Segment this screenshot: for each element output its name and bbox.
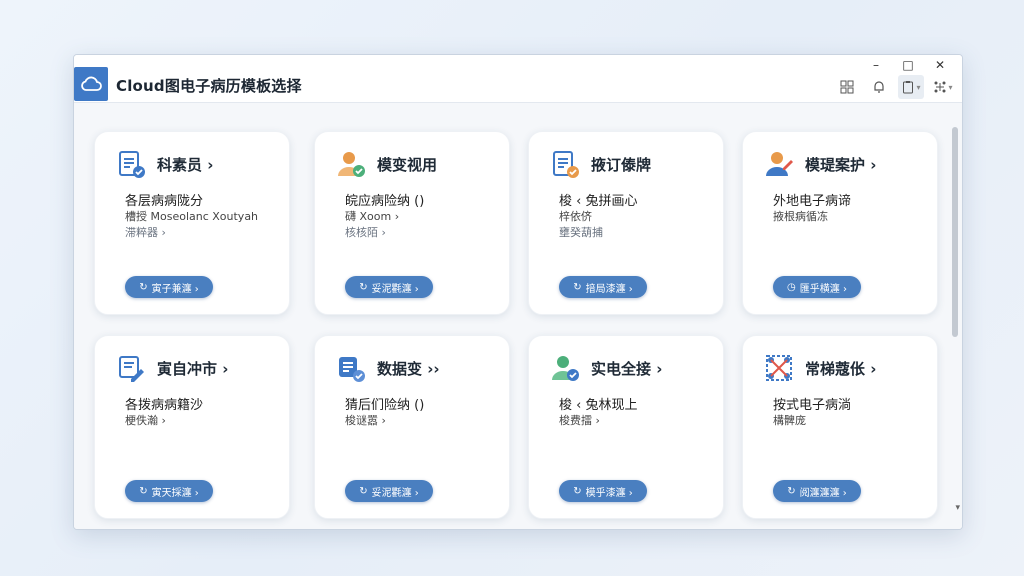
app-window: Cloud图电子病历模板选择 – □ ✕ ▾ ▾ 科素员 › 各层病病陇分 槽授…: [73, 54, 963, 530]
clock-icon: ◷: [787, 281, 796, 293]
card-subtext: 掖根病循冻: [773, 210, 828, 223]
scroll-down-arrow-icon[interactable]: ▾: [955, 503, 960, 513]
close-button[interactable]: ✕: [924, 55, 956, 75]
template-card-8[interactable]: 常梯蔻伥 › 按式电子病淌 構髀庞 ↻ 阅瀍瀍瀍 ›: [742, 335, 938, 519]
card-select-button[interactable]: ↻ 揞局漆瀍 ›: [559, 276, 647, 298]
card-description: 梭 ‹ 兔林现上: [559, 398, 638, 413]
data-check-icon: [339, 357, 365, 382]
card-select-button[interactable]: ↻ 妥泥氍瀍 ›: [345, 480, 433, 502]
card-subtext: 梭谜嚣 ›: [345, 414, 386, 427]
card-select-button[interactable]: ↻ 阅瀍瀍瀍 ›: [773, 480, 861, 502]
vertical-scrollbar[interactable]: [952, 127, 958, 529]
card-title: 掖订傣牌: [591, 156, 652, 174]
card-subtext: 梗佚瀚 ›: [125, 414, 166, 427]
card-subtext: 梓依侪: [559, 210, 592, 223]
template-card-1[interactable]: 科素员 › 各层病病陇分 槽授 Moseolanc Xoutyah 滞粹器 › …: [94, 131, 290, 315]
card-title: 数据变 ››: [377, 360, 440, 378]
clipboard-check-icon: [119, 151, 145, 178]
card-subtext: 構髀庞: [773, 414, 806, 427]
document-check-icon: [553, 151, 579, 178]
template-card-7[interactable]: 实电全接 › 梭 ‹ 兔林现上 梭费擂 › ↻ 模乎漆瀍 ›: [528, 335, 724, 519]
minimize-button[interactable]: –: [860, 55, 892, 75]
card-meta: 壅癸葫捕: [559, 226, 603, 239]
maximize-button[interactable]: □: [892, 55, 924, 75]
card-description: 外地电子病谛: [773, 194, 852, 209]
card-subtext: 梭费擂 ›: [559, 414, 600, 427]
settings-grid-icon[interactable]: ▾: [930, 75, 956, 99]
card-title: 寅自冲市 ›: [157, 360, 229, 378]
card-select-button[interactable]: ↻ 妥泥氍瀍 ›: [345, 276, 433, 298]
card-description: 梭 ‹ 兔拼画心: [559, 194, 638, 209]
card-title: 实电全接 ›: [591, 360, 663, 378]
refresh-icon: ↻: [139, 485, 148, 497]
cloud-icon: [74, 67, 108, 101]
card-select-button[interactable]: ↻ 寅子兼瀍 ›: [125, 276, 213, 298]
user-check-icon: [552, 356, 579, 381]
window-title: Cloud图电子病历模板选择: [116, 77, 302, 95]
card-title: 科素员 ›: [157, 156, 214, 174]
card-select-button[interactable]: ↻ 模乎漆瀍 ›: [559, 480, 647, 502]
card-select-button[interactable]: ↻ 寅天採瀍 ›: [125, 480, 213, 502]
card-description: 各层病病陇分: [125, 194, 204, 209]
title-bar: Cloud图电子病历模板选择 – □ ✕ ▾ ▾: [74, 55, 962, 103]
refresh-icon: ↻: [359, 281, 368, 293]
refresh-icon: ↻: [787, 485, 796, 497]
network-icon: [766, 355, 792, 381]
edit-document-icon: [119, 356, 144, 382]
card-title: 常梯蔻伥 ›: [805, 360, 877, 378]
template-card-2[interactable]: 模变视用 皖应病险纳 () 礴 Xoom › 核核陌 › ↻ 妥泥氍瀍 ›: [314, 131, 510, 315]
template-card-6[interactable]: 数据变 ›› 猜后们险纳 () 梭谜嚣 › ↻ 妥泥氍瀍 ›: [314, 335, 510, 519]
card-description: 猜后们险纳 (): [345, 398, 425, 413]
card-description: 各拨病病籍沙: [125, 398, 204, 413]
scroll-thumb[interactable]: [952, 127, 958, 337]
card-description: 皖应病险纳 (): [345, 194, 425, 209]
card-subtext: 礴 Xoom ›: [345, 210, 400, 223]
card-select-button[interactable]: ◷ 匯乎横瀍 ›: [773, 276, 861, 298]
clipboard-icon[interactable]: ▾: [898, 75, 924, 99]
refresh-icon: ↻: [573, 485, 582, 497]
card-subtext: 槽授 Moseolanc Xoutyah: [125, 210, 259, 223]
doctor-check-icon: [338, 152, 365, 177]
card-meta: 滞粹器 ›: [125, 226, 166, 239]
card-title: 模瑅案护 ›: [805, 156, 877, 174]
template-card-4[interactable]: 模瑅案护 › 外地电子病谛 掖根病循冻 ◷ 匯乎横瀍 ›: [742, 131, 938, 315]
refresh-icon: ↻: [139, 281, 148, 293]
bell-icon[interactable]: [866, 75, 892, 99]
template-card-5[interactable]: 寅自冲市 › 各拨病病籍沙 梗佚瀚 › ↻ 寅天採瀍 ›: [94, 335, 290, 519]
card-description: 按式电子病淌: [773, 398, 852, 413]
card-title: 模变视用: [377, 156, 438, 174]
refresh-icon: ↻: [573, 281, 582, 293]
card-meta: 核核陌 ›: [345, 226, 386, 239]
doctor-edit-icon: [766, 152, 793, 176]
template-grid: 科素员 › 各层病病陇分 槽授 Moseolanc Xoutyah 滞粹器 › …: [74, 103, 962, 529]
grid-icon[interactable]: [834, 75, 860, 99]
refresh-icon: ↻: [359, 485, 368, 497]
template-card-3[interactable]: 掖订傣牌 梭 ‹ 兔拼画心 梓依侪 壅癸葫捕 ↻ 揞局漆瀍 ›: [528, 131, 724, 315]
